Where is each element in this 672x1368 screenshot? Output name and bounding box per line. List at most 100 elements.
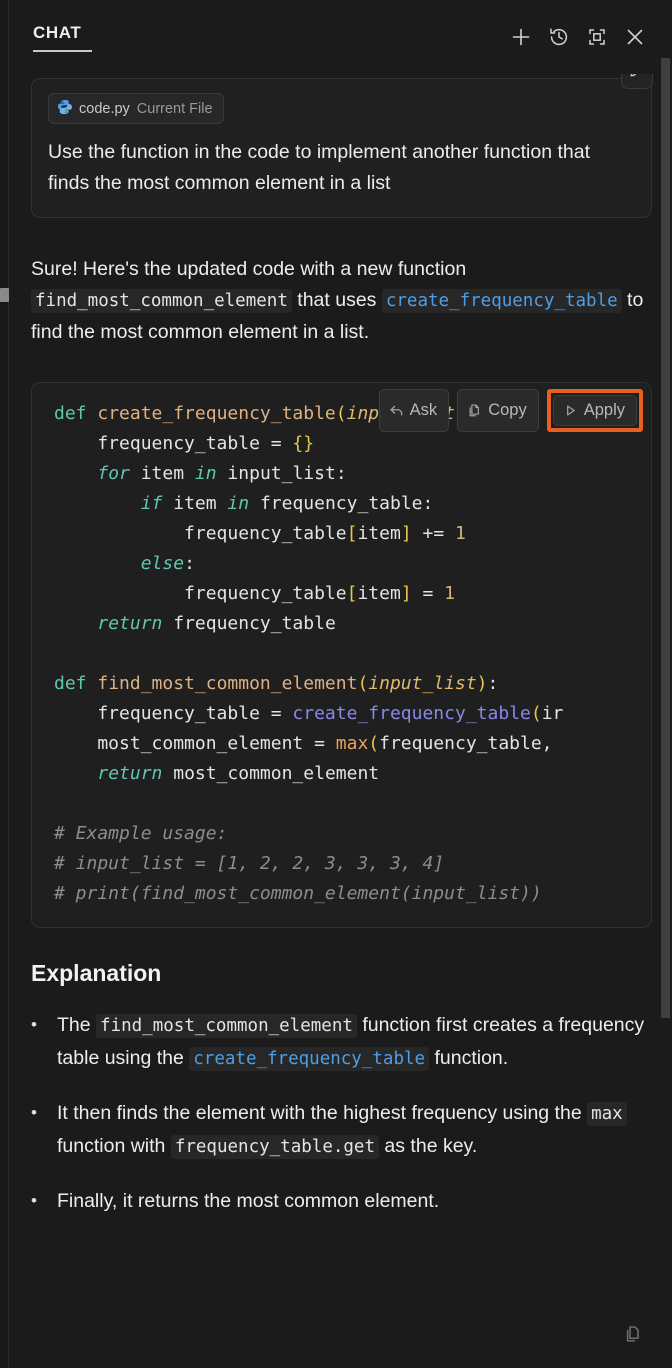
chat-tab[interactable]: CHAT — [33, 23, 92, 52]
code-token: 1 — [455, 523, 466, 544]
panel-resize-grip[interactable] — [0, 288, 9, 302]
code-token: : — [184, 553, 195, 574]
code-token — [87, 403, 98, 424]
code-token: in — [227, 493, 249, 514]
code-token: [ — [347, 583, 358, 604]
code-line: most_common_element = max(frequency_tabl… — [54, 729, 635, 759]
code-token: return — [97, 763, 162, 784]
code-token — [54, 553, 141, 574]
maximize-panel-button[interactable] — [578, 18, 616, 56]
chat-header: CHAT — [9, 0, 672, 74]
code-line: frequency_table[item] += 1 — [54, 519, 635, 549]
bullet-text: The find_most_common_element function fi… — [57, 1009, 652, 1075]
bullet-marker: • — [31, 1185, 57, 1217]
code-token: ( — [368, 733, 379, 754]
context-file-scope: Current File — [137, 101, 213, 117]
context-file-chip[interactable]: code.py Current File — [48, 93, 224, 124]
apply-button-highlight: Apply — [547, 389, 643, 432]
code-token: create_frequency_table — [292, 703, 530, 724]
code-token: : — [336, 463, 347, 484]
maximize-icon — [586, 26, 608, 48]
bullet-text-segment: function. — [429, 1047, 508, 1069]
code-line: # input_list = [1, 2, 2, 3, 3, 3, 4] — [54, 849, 635, 879]
chat-history-button[interactable] — [540, 18, 578, 56]
code-token — [54, 493, 141, 514]
code-token: ( — [531, 703, 542, 724]
code-token: item — [357, 523, 400, 544]
chat-scroll-area[interactable]: code.py Current File Use the function in… — [9, 74, 672, 1368]
intro-part-1: Sure! Here's the updated code with a new… — [31, 258, 466, 280]
code-token: item — [162, 493, 227, 514]
explanation-bullet-list: •The find_most_common_element function f… — [31, 1009, 652, 1217]
context-file-name: code.py — [79, 101, 130, 117]
apply-button-label: Apply — [584, 401, 625, 420]
copy-code-button[interactable]: Copy — [457, 389, 539, 432]
bullet-text-segment: The — [57, 1014, 96, 1036]
code-token: ) — [477, 673, 488, 694]
apply-button[interactable]: Apply — [553, 395, 637, 426]
code-token: if — [141, 493, 163, 514]
code-token: item — [357, 583, 400, 604]
bullet-text-segment: It then finds the element with the highe… — [57, 1102, 587, 1124]
code-token: [ — [347, 523, 358, 544]
code-token: = — [412, 583, 445, 604]
close-panel-button[interactable] — [616, 18, 654, 56]
intro-code-create-frequency-table[interactable]: create_frequency_table — [382, 289, 622, 313]
code-line: if item in frequency_table: — [54, 489, 635, 519]
code-token — [54, 613, 97, 634]
code-token: input_list — [368, 673, 476, 694]
active-tab-underline — [33, 50, 92, 52]
code-line: frequency_table = {} — [54, 429, 635, 459]
code-token: : — [423, 493, 434, 514]
code-token: {} — [292, 433, 314, 454]
code-token: # print(find_most_common_element(input_l… — [54, 883, 542, 904]
bullet-inline-code: frequency_table.get — [171, 1135, 379, 1159]
code-token: : — [488, 673, 499, 694]
code-token — [54, 463, 97, 484]
chat-content: code.py Current File Use the function in… — [9, 78, 672, 1263]
code-token: ( — [336, 403, 347, 424]
user-message-text: Use the function in the code to implemen… — [48, 137, 635, 199]
code-token: # Example usage: — [54, 823, 227, 844]
page-title: CHAT — [33, 23, 81, 50]
code-token: ] — [401, 523, 412, 544]
explanation-bullet: •It then finds the element with the high… — [31, 1097, 652, 1163]
play-triangle-icon — [563, 403, 578, 418]
ask-button[interactable]: Ask — [379, 389, 450, 432]
vertical-scrollbar[interactable] — [659, 0, 672, 1368]
code-token: frequency_table — [54, 523, 347, 544]
bullet-text: It then finds the element with the highe… — [57, 1097, 652, 1163]
python-icon — [57, 99, 72, 118]
reply-arrow-icon — [389, 403, 404, 418]
bullet-text-segment: as the key. — [379, 1135, 477, 1157]
copy-response-button[interactable] — [619, 1322, 647, 1350]
code-token: most_common_element — [162, 763, 379, 784]
code-block-toolbar: Ask Copy — [379, 389, 643, 432]
bullet-inline-code: max — [587, 1102, 627, 1126]
code-token — [87, 673, 98, 694]
bullet-text: Finally, it returns the most common elem… — [57, 1185, 652, 1217]
bullet-marker: • — [31, 1009, 57, 1075]
intro-part-2: that uses — [292, 289, 382, 311]
intro-code-find-most-common-element: find_most_common_element — [31, 289, 292, 313]
bullet-marker: • — [31, 1097, 57, 1163]
chat-panel: CHAT — [9, 0, 672, 1368]
code-token: input_list — [217, 463, 336, 484]
code-token — [54, 763, 97, 784]
code-line — [54, 789, 635, 819]
code-token: else — [141, 553, 184, 574]
explanation-bullet: •Finally, it returns the most common ele… — [31, 1185, 652, 1217]
code-content[interactable]: def create_frequency_table(input_list): … — [32, 399, 651, 909]
bullet-inline-code[interactable]: create_frequency_table — [189, 1047, 429, 1071]
code-token: frequency_table — [249, 493, 422, 514]
code-token: def — [54, 403, 87, 424]
assistant-intro-text: Sure! Here's the updated code with a new… — [31, 254, 652, 348]
code-line: # Example usage: — [54, 819, 635, 849]
new-chat-button[interactable] — [502, 18, 540, 56]
code-token: item — [130, 463, 195, 484]
plus-icon — [510, 26, 532, 48]
vertical-scrollbar-thumb[interactable] — [661, 58, 670, 1018]
code-line: return most_common_element — [54, 759, 635, 789]
edit-message-button[interactable] — [621, 74, 653, 89]
bullet-inline-code: find_most_common_element — [96, 1014, 357, 1038]
